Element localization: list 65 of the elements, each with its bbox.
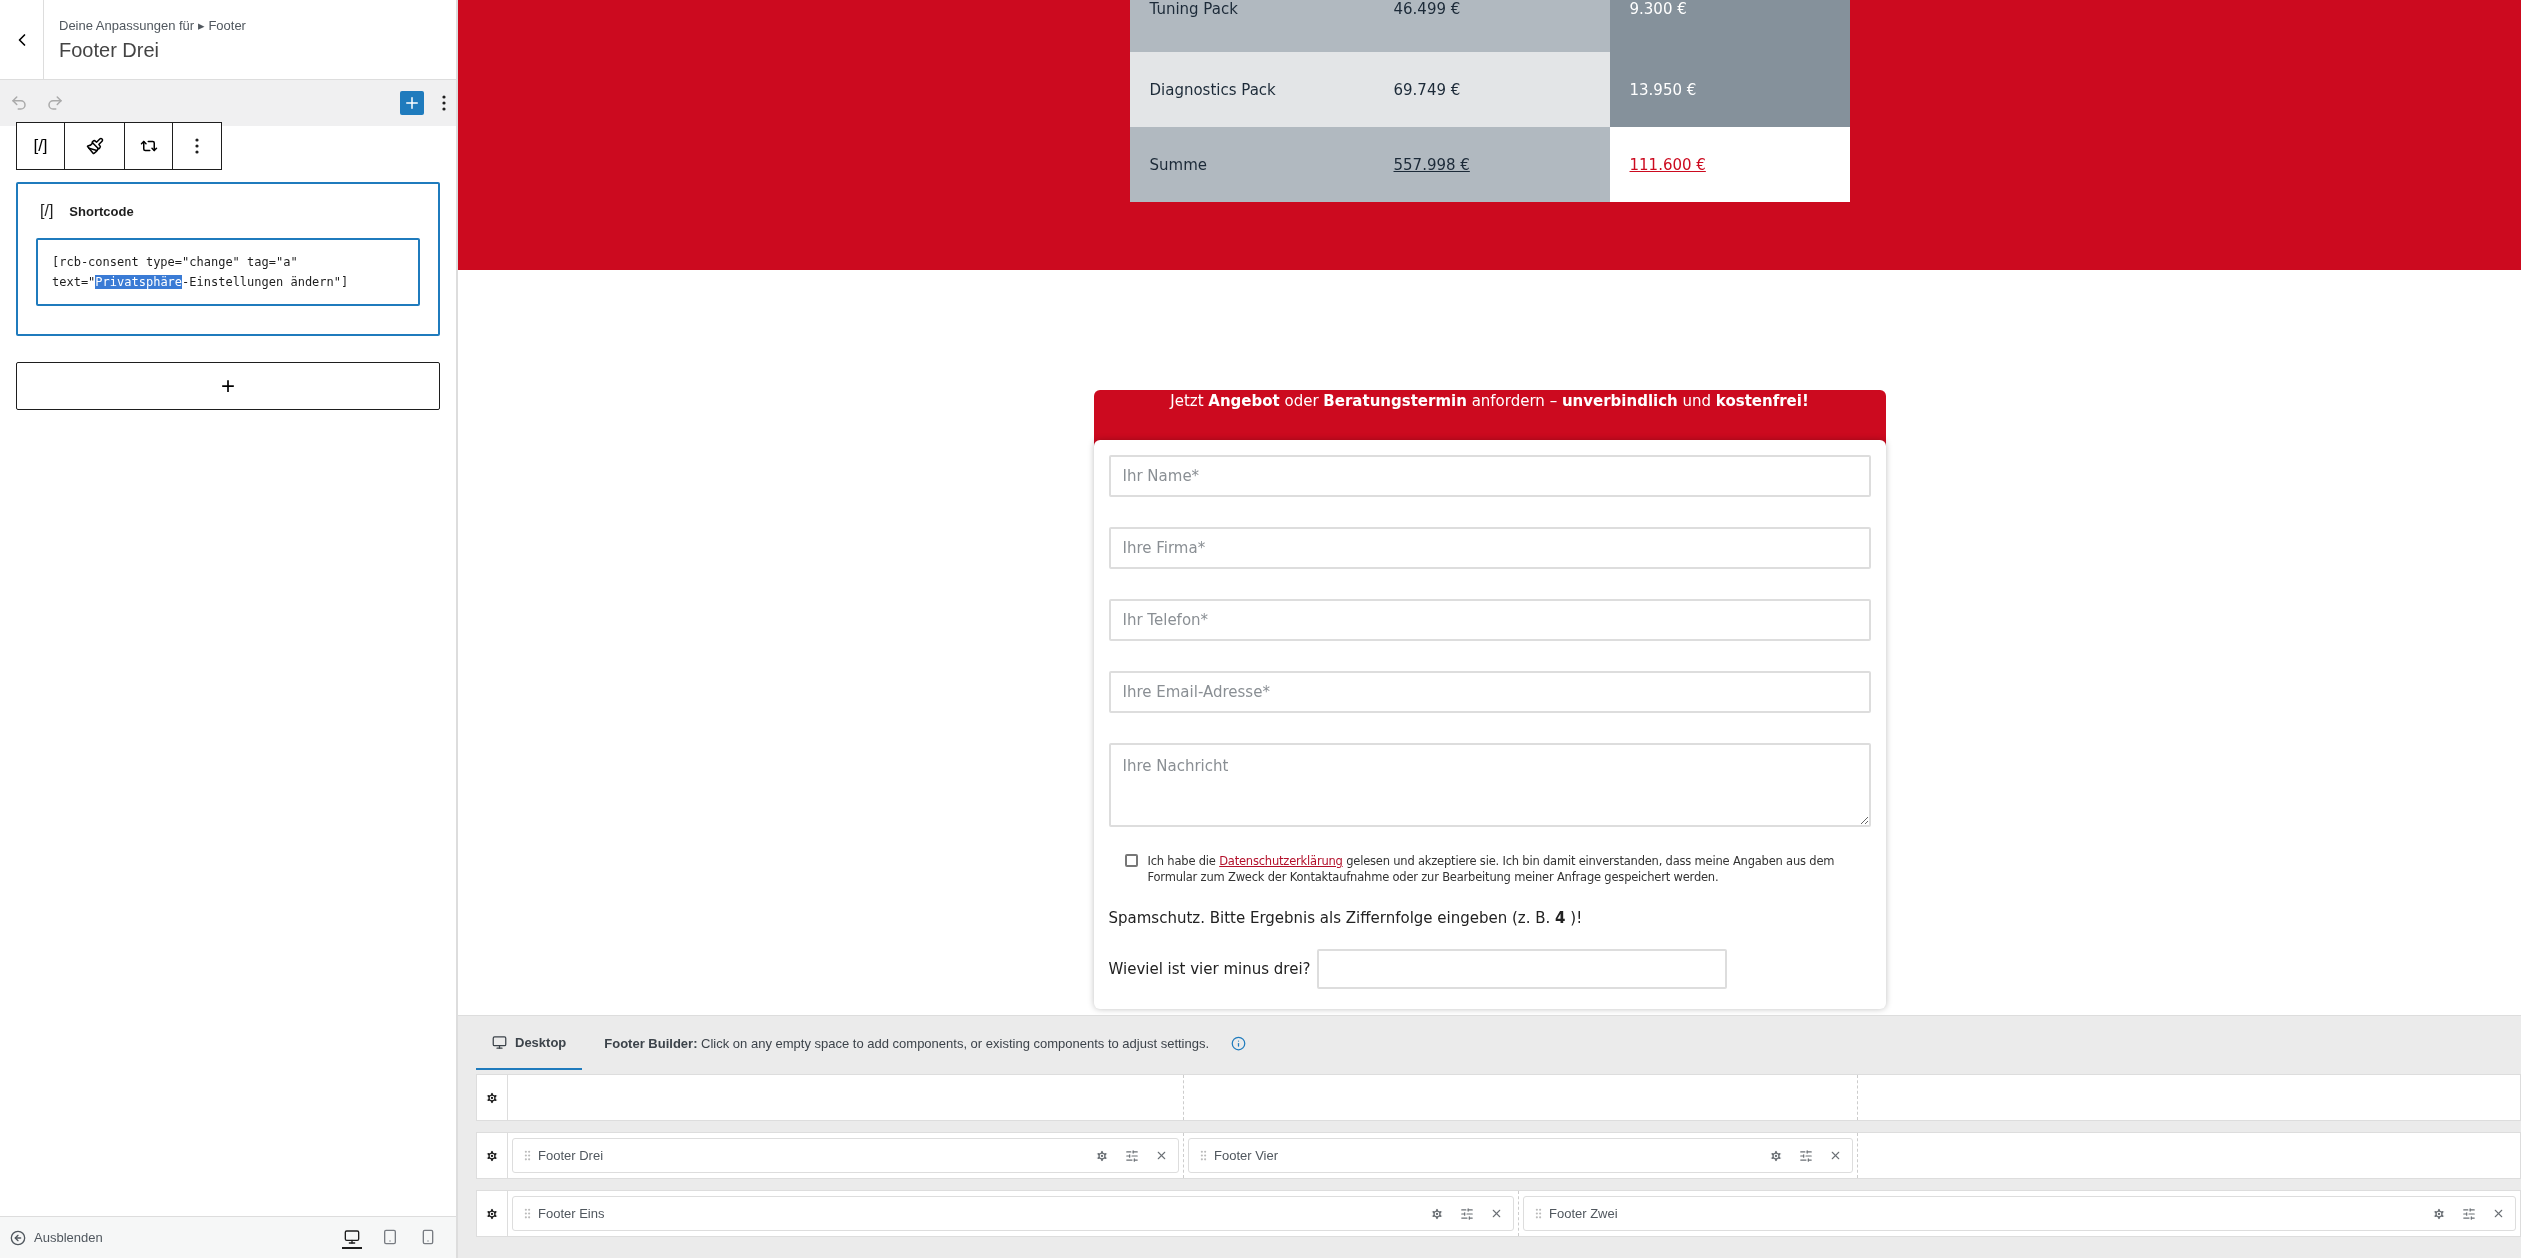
component-label: Footer Vier [1214, 1148, 1279, 1163]
kebab-icon [442, 95, 446, 111]
table-cell: 46.499 € [1373, 0, 1610, 52]
builder-row[interactable]: Footer Eins Footer Zwei [476, 1190, 2521, 1237]
gear-icon [2432, 1206, 2446, 1221]
input-field[interactable]: Ihre Firma* [1108, 527, 1871, 569]
message-field[interactable]: Ihre Nachricht [1108, 743, 1871, 827]
close-icon [1155, 1149, 1168, 1162]
hide-button[interactable]: Ausblenden [10, 1229, 103, 1246]
sliders-icon [2462, 1206, 2476, 1221]
breadcrumb: Deine Anpassungen für ▸ Footer [59, 17, 246, 33]
table-cell: Diagnostics Pack [1129, 52, 1374, 127]
table-cell: 9.300 € [1609, 0, 1850, 52]
gear-icon [1430, 1206, 1444, 1221]
gear-icon [485, 1148, 499, 1163]
panel-title: Footer Drei [59, 38, 161, 62]
paintbrush-icon [85, 137, 104, 155]
input-field[interactable]: Ihre Email-Adresse* [1108, 671, 1871, 713]
sliders-icon [1460, 1206, 1474, 1221]
smartphone-icon [420, 1228, 436, 1245]
table-cell: 111.600 € [1609, 127, 1850, 202]
sliders-icon [1799, 1148, 1813, 1163]
builder-row[interactable]: Footer Drei Footer Vier [476, 1132, 2521, 1179]
info-icon [1231, 1035, 1247, 1051]
table-cell: 69.749 € [1373, 52, 1610, 127]
input-field[interactable]: Ihr Name* [1108, 455, 1871, 497]
footer-component[interactable]: Footer Zwei [1523, 1196, 2516, 1231]
device-tab[interactable]: Desktop [476, 1016, 583, 1070]
block-icon: [/] [40, 202, 54, 220]
component-label: Footer Eins [538, 1206, 605, 1221]
question-label: Wieviel ist vier minus drei? [1108, 960, 1311, 978]
sliders-icon [1125, 1148, 1139, 1163]
close-icon [2492, 1207, 2505, 1220]
add-block-button[interactable] [400, 91, 424, 115]
spam-hint: Spamschutz. Bitte Ergebnis als Ziffernfolge eingeben (z. B. 4 )! [1108, 909, 1584, 927]
footer-component[interactable]: Footer Vier [1188, 1138, 1853, 1173]
answer-field[interactable] [1316, 949, 1727, 989]
close-icon [1829, 1149, 1842, 1162]
table-cell: Summe [1129, 127, 1374, 202]
table-cell: Tuning Pack [1129, 0, 1374, 52]
consent-text: Ich habe die Datenschutzerklärung gelesen und akzeptiere sie. Ich bin damit einverstanden, dass meine Angaben aus dem Formular zum Zweck der Kontaktaufnahme oder zur Bearbeitung meiner Anfrage gespeichert werden. [1147, 853, 1836, 885]
kebab-icon [195, 138, 199, 154]
builder-info: Footer Builder: Click on any empty space to add components, or existing components to adjust settings. [604, 1035, 1210, 1051]
footer-component[interactable]: Footer Eins [512, 1196, 1514, 1231]
gear-icon [1769, 1148, 1783, 1163]
footer-component[interactable]: Footer Drei [512, 1138, 1179, 1173]
gear-icon [1095, 1148, 1109, 1163]
options-button[interactable] [442, 95, 446, 111]
monitor-icon [492, 1034, 507, 1050]
shortcode-field[interactable]: [rcb-consent type="change" tag="a" text="Privatsphäre-Einstellungen ändern"] [36, 238, 420, 306]
gear-icon [485, 1206, 499, 1221]
monitor-icon [344, 1228, 360, 1245]
close-icon [1490, 1207, 1503, 1220]
gear-icon [485, 1090, 499, 1105]
block-label: Shortcode [69, 203, 134, 219]
privacy-link[interactable]: Datenschutzerklärung [1219, 854, 1343, 868]
component-label: Footer Drei [538, 1148, 604, 1163]
input-field[interactable]: Ihr Telefon* [1108, 599, 1871, 641]
consent-checkbox[interactable] [1124, 854, 1138, 867]
table-cell: 557.998 € [1373, 127, 1610, 202]
plus-icon [403, 94, 421, 112]
table-cell: 13.950 € [1609, 52, 1850, 127]
component-label: Footer Zwei [1549, 1206, 1618, 1221]
tablet-icon [382, 1228, 398, 1245]
add-block-button[interactable]: + [16, 362, 440, 410]
